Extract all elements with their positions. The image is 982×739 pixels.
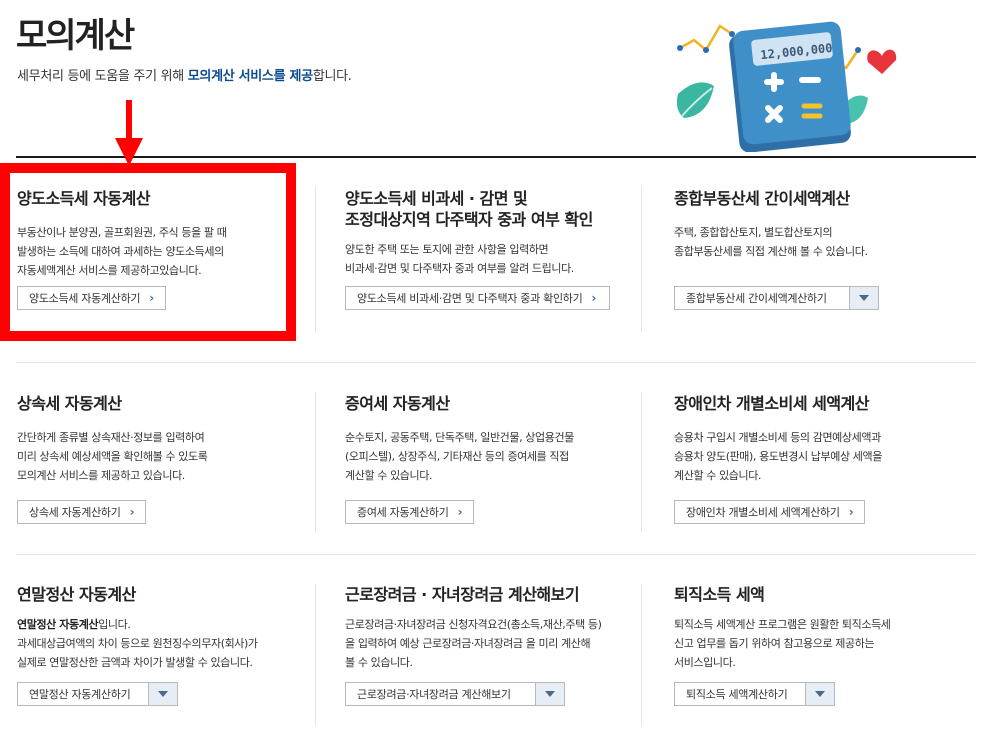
disabled-vehicle-calc-button[interactable]: 장애인차 개별소비세 세액계산하기 › (674, 500, 865, 524)
select-label: 연말정산 자동계산하기 (29, 688, 131, 701)
page-description-text: 세무처리 등에 도움을 주기 위해 (17, 69, 188, 84)
card-description: 순수토지, 공동주택, 단독주택, 일반건물, 상업용건물 (오피스텔), 상장… (345, 431, 574, 482)
chevron-down-icon[interactable] (535, 683, 564, 705)
card-description-strong: 연말정산 자동계산 (17, 618, 99, 631)
chevron-right-icon: › (129, 505, 135, 519)
calculator-icon (729, 21, 851, 152)
page-description: 세무처리 등에 도움을 주기 위해 모의계산 서비스를 제공합니다. (17, 65, 352, 84)
card-year-end-settlement: 연말정산 자동계산 연말정산 자동계산입니다. 과세대상급여액의 차이 등으로 … (17, 584, 317, 672)
card-description-strong-suffix: 입니다. (98, 618, 131, 631)
card-retirement-income-tax: 퇴직소득 세액 퇴직소득 세액계산 프로그램은 원활한 퇴직소득세 신고 업무를… (674, 584, 974, 672)
page-description-suffix: 합니다. (312, 69, 352, 84)
page-title: 모의계산 (16, 16, 135, 56)
leaf-left-icon (676, 82, 714, 118)
button-label: 상속세 자동계산하기 (29, 506, 121, 519)
card-inheritance-tax: 상속세 자동계산 간단하게 종류별 상속재산·정보를 입력하여 미리 상속세 예… (17, 393, 317, 485)
select-label: 종합부동산세 간이세액계산하기 (686, 292, 827, 305)
card-capital-gains-exemption: 양도소득세 비과세 · 감면 및 조정대상지역 다주택자 중과 여부 확인 양도… (345, 188, 645, 278)
card-description: 주택, 종합합산토지, 별도합산토지의 종합부동산세를 직접 계산해 볼 수 있… (674, 226, 868, 258)
card-title: 증여세 자동계산 (345, 394, 450, 413)
earned-income-credit-select[interactable]: 근로장려금·자녀장려금 계산해보기 (345, 682, 565, 706)
calculator-illustration: 12,000,000 (676, 21, 897, 152)
card-description: 근로장려금·자녀장려금 신청자격요건(총소득,재산,주택 등) 을 입력하여 예… (345, 618, 602, 669)
capital-gains-exemption-button[interactable]: 양도소득세 비과세·감면 및 다주택자 중과 확인하기 › (345, 286, 610, 310)
card-description: 퇴직소득 세액계산 프로그램은 원활한 퇴직소득세 신고 업무를 돕기 위하여 … (674, 618, 891, 669)
card-description-intro: 연말정산 자동계산입니다. (17, 615, 317, 634)
card-title: 연말정산 자동계산 (17, 585, 136, 604)
button-label: 장애인차 개별소비세 세액계산하기 (686, 506, 840, 519)
retirement-income-select[interactable]: 퇴직소득 세액계산하기 (674, 682, 835, 706)
chevron-right-icon: › (591, 291, 597, 305)
card-description: 과세대상급여액의 차이 등으로 원천징수의무자(회사)가 실제로 연말정산한 금… (17, 637, 258, 669)
row-divider (16, 554, 976, 555)
card-earned-income-credit: 근로장려금 · 자녀장려금 계산해보기 근로장려금·자녀장려금 신청자격요건(총… (345, 584, 645, 672)
arrow-down-icon (115, 100, 143, 166)
button-label: 양도소득세 비과세·감면 및 다주택자 중과 확인하기 (357, 292, 583, 305)
button-label: 증여세 자동계산하기 (357, 506, 449, 519)
card-description: 양도한 주택 또는 토지에 관한 사항을 입력하면 비과세·감면 및 다주택자 … (345, 243, 574, 275)
chevron-down-icon[interactable] (148, 683, 177, 705)
chevron-right-icon: › (848, 505, 854, 519)
card-title: 종합부동산세 간이세액계산 (674, 189, 850, 208)
card-disabled-vehicle-tax: 장애인차 개별소비세 세액계산 승용차 구입시 개별소비세 등의 감면예상세액과… (674, 393, 974, 485)
highlight-box (0, 163, 296, 341)
chevron-down-icon[interactable] (849, 287, 878, 309)
comprehensive-realestate-select[interactable]: 종합부동산세 간이세액계산하기 (674, 286, 879, 310)
select-label: 퇴직소득 세액계산하기 (686, 688, 788, 701)
gift-calc-button[interactable]: 증여세 자동계산하기 › (345, 500, 474, 524)
chevron-right-icon: › (457, 505, 463, 519)
inheritance-calc-button[interactable]: 상속세 자동계산하기 › (17, 500, 146, 524)
chevron-down-icon[interactable] (805, 683, 834, 705)
card-title: 장애인차 개별소비세 세액계산 (674, 394, 870, 413)
row-divider (16, 362, 976, 363)
select-label: 근로장려금·자녀장려금 계산해보기 (357, 688, 511, 701)
card-gift-tax: 증여세 자동계산 순수토지, 공동주택, 단독주택, 일반건물, 상업용건물 (… (345, 393, 645, 485)
graph-line (679, 24, 733, 52)
year-end-settlement-select[interactable]: 연말정산 자동계산하기 (17, 682, 178, 706)
card-title: 양도소득세 비과세 · 감면 및 조정대상지역 다주택자 중과 여부 확인 (345, 189, 593, 229)
heart-icon (867, 49, 897, 74)
card-title: 퇴직소득 세액 (674, 585, 765, 604)
card-title: 상속세 자동계산 (17, 394, 122, 413)
card-description: 간단하게 종류별 상속재산·정보를 입력하여 미리 상속세 예상세액을 확인해볼… (17, 431, 208, 482)
card-description: 승용차 구입시 개별소비세 등의 감면예상세액과 승용차 양도(판매), 용도변… (674, 431, 882, 482)
card-title: 근로장려금 · 자녀장려금 계산해보기 (345, 585, 580, 604)
header-divider (16, 156, 976, 158)
page-description-highlight: 모의계산 서비스를 제공 (187, 69, 313, 84)
card-comprehensive-realestate-tax: 종합부동산세 간이세액계산 주택, 종합합산토지, 별도합산토지의 종합부동산세… (674, 188, 974, 261)
